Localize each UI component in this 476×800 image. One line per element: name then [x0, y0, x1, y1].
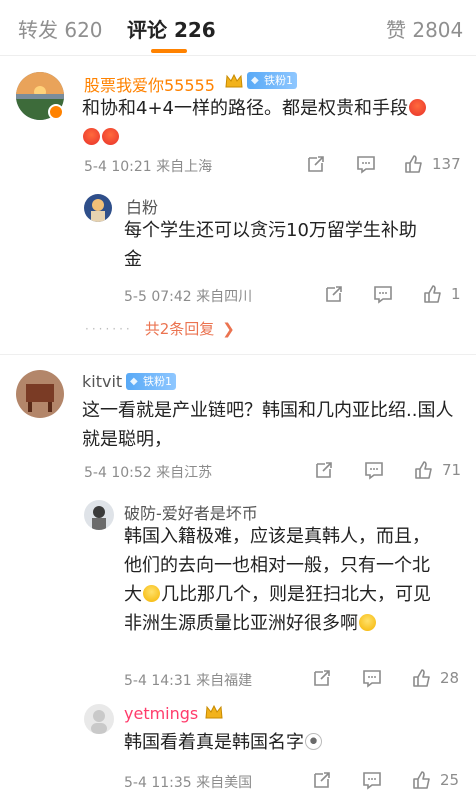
like-count: 71: [442, 461, 462, 479]
share-icon: [316, 462, 332, 478]
thumb-up-icon: [413, 771, 430, 789]
avatar[interactable]: [84, 704, 114, 734]
thumb-up-icon: [424, 285, 441, 303]
reply-author[interactable]: 白粉: [126, 194, 158, 218]
reply-text: 韩国入籍极难，应该是真韩人，而且，他们的去向一也相对一般，只有一个北大 几比那几个…: [124, 526, 431, 634]
comment-icon: [365, 462, 383, 480]
share-button[interactable]: [324, 284, 344, 304]
fan-badge: 铁粉1: [247, 72, 297, 89]
avatar[interactable]: [16, 370, 64, 418]
share-button[interactable]: [314, 460, 334, 480]
laugh-emoji-icon: [143, 585, 160, 602]
thumb-up-icon: [413, 669, 430, 687]
laugh-emoji-icon: [359, 614, 376, 631]
tab-comments[interactable]: 评论 226: [127, 14, 216, 43]
like-button[interactable]: 28: [412, 668, 459, 688]
comment-button[interactable]: [356, 154, 376, 174]
shocked-emoji-icon: [305, 733, 322, 750]
comment-button[interactable]: [364, 460, 384, 480]
like-count: 25: [440, 771, 460, 789]
verified-icon: [48, 104, 64, 120]
tab-likes[interactable]: 赞 2804: [386, 14, 463, 43]
like-count: 28: [440, 669, 460, 687]
comment-text: 这一看就是产业链吧？韩国和几内亚比绍..国人就是聪明，: [82, 400, 454, 450]
comment-button[interactable]: [362, 770, 382, 790]
thumb-up-icon: [415, 461, 432, 479]
thumb-up-icon: [405, 155, 422, 173]
like-button[interactable]: 1: [423, 284, 461, 304]
share-button[interactable]: [312, 668, 332, 688]
reply-text: 每个学生还可以贪污10万留学生补助金: [124, 220, 417, 270]
reply-author[interactable]: 破防-爱好者是坏币: [124, 500, 258, 524]
chevron-right-icon: ❯: [222, 319, 235, 338]
like-button[interactable]: 137: [404, 154, 461, 174]
like-count: 137: [432, 155, 461, 173]
angry-emoji-icon: [102, 128, 119, 145]
comment-text: 和协和4+4一样的路径。都是权贵和手段: [82, 94, 462, 152]
share-icon: [326, 286, 342, 302]
reply-author[interactable]: yetmings: [124, 704, 198, 723]
share-button[interactable]: [306, 154, 326, 174]
tab-reposts[interactable]: 转发 620: [18, 14, 103, 43]
reply-meta: 5-5 07:42 来自四川: [124, 289, 253, 305]
avatar[interactable]: [84, 194, 112, 222]
comment-icon: [363, 772, 381, 790]
crown-icon: [204, 703, 224, 721]
share-button[interactable]: [312, 770, 332, 790]
angry-emoji-icon: [83, 128, 100, 145]
dots-icon: ·······: [85, 321, 133, 336]
like-button[interactable]: 71: [414, 460, 461, 480]
reply-text: 韩国看着真是韩国名字: [124, 728, 444, 757]
tab-bar: 转发 620 评论 226 赞 2804: [0, 0, 476, 56]
comment-icon: [363, 670, 381, 688]
divider: [0, 354, 476, 355]
comment-meta: 5-4 10:21 来自上海: [84, 159, 213, 175]
fan-badge: 铁粉1: [126, 373, 176, 390]
crown-icon: [224, 72, 244, 90]
more-replies-link[interactable]: 共2条回复: [145, 318, 215, 339]
share-icon: [314, 772, 330, 788]
share-icon: [308, 156, 324, 172]
avatar[interactable]: [84, 500, 114, 530]
comment-author[interactable]: kitvit: [82, 372, 122, 391]
reply-meta: 5-4 14:31 来自福建: [124, 673, 253, 689]
comment-author[interactable]: 股票我爱你55555: [84, 72, 215, 96]
comment-button[interactable]: [362, 668, 382, 688]
reply-meta: 5-4 11:35 来自美国: [124, 775, 253, 791]
view-more-replies[interactable]: ······· 共2条回复 ❯: [85, 318, 235, 339]
like-count: 1: [451, 285, 461, 303]
active-tab-indicator: [151, 49, 187, 53]
comment-icon: [374, 286, 392, 304]
comment-meta: 5-4 10:52 来自江苏: [84, 465, 213, 481]
like-button[interactable]: 25: [412, 770, 459, 790]
share-icon: [314, 670, 330, 686]
comment-icon: [357, 156, 375, 174]
angry-emoji-icon: [409, 99, 426, 116]
comment-button[interactable]: [373, 284, 393, 304]
